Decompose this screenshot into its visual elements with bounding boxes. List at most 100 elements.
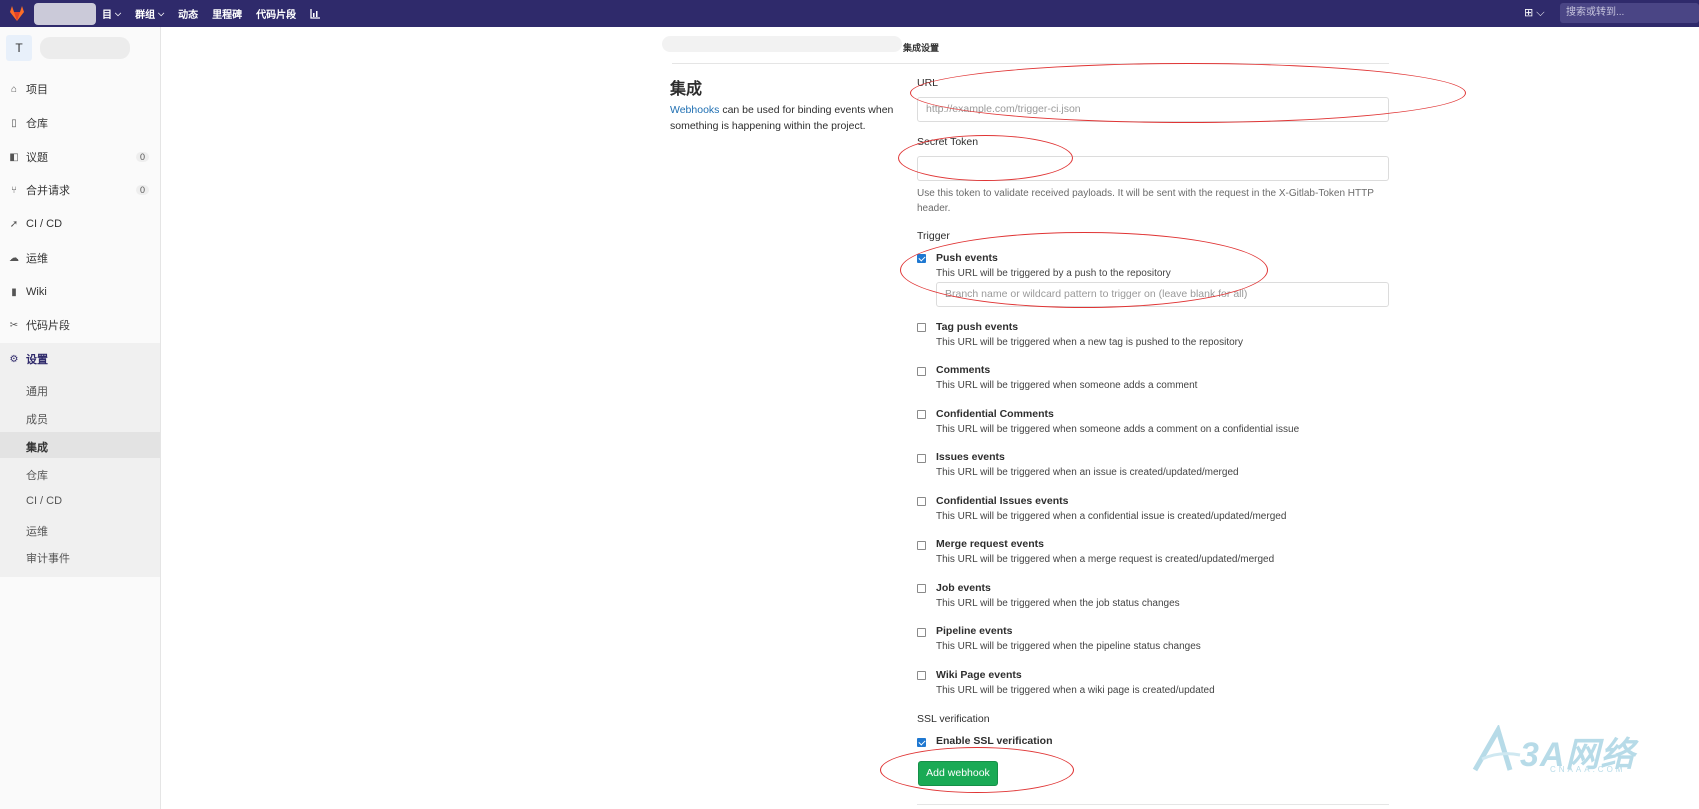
issues-events-checkbox[interactable] <box>917 454 926 463</box>
sidebar-sub-operations[interactable]: 运维 <box>26 523 48 539</box>
sidebar-item-settings[interactable]: ⚙ 设置 <box>0 345 161 373</box>
nav-activity[interactable]: 动态 <box>178 6 198 21</box>
sidebar-sub-audit-events[interactable]: 审计事件 <box>26 550 70 566</box>
tag-push-events-checkbox[interactable] <box>917 323 926 332</box>
redacted-project-title <box>40 37 130 59</box>
merge-icon: ⑂ <box>11 184 17 196</box>
event-desc: This URL will be triggered when an issue… <box>936 467 1239 478</box>
sidebar-item-merge-requests[interactable]: ⑂ 合并请求 0 <box>0 176 161 204</box>
annotation-ellipse <box>900 232 1268 308</box>
sidebar-item-label: 代码片段 <box>26 320 70 332</box>
event-desc: This URL will be triggered when the job … <box>936 598 1180 609</box>
gear-icon: ⚙ <box>9 353 19 365</box>
trigger-label: Trigger <box>917 230 950 242</box>
chevron-down-icon: ⌵ <box>115 8 122 18</box>
current-subitem-bg <box>0 432 160 458</box>
ssl-verification-checkbox[interactable] <box>917 738 926 747</box>
project-avatar[interactable]: T <box>6 35 32 61</box>
event-title: Wiki Page events <box>936 669 1022 681</box>
issues-count-badge: 0 <box>135 152 149 162</box>
nav-label: 目 <box>102 10 112 21</box>
sidebar-item-wiki[interactable]: ▮ Wiki <box>0 278 161 306</box>
event-title: Job events <box>936 582 991 594</box>
wiki-page-events-checkbox[interactable] <box>917 671 926 680</box>
scissors-icon: ✂ <box>9 319 19 331</box>
event-title: Issues events <box>936 451 1005 463</box>
event-desc: This URL will be triggered when someone … <box>936 424 1300 435</box>
nav-label: 动态 <box>178 10 199 21</box>
event-title: Confidential Comments <box>936 408 1054 420</box>
sidebar-item-label: CI / CD <box>26 218 63 230</box>
sidebar-sub-cicd[interactable]: CI / CD <box>26 495 62 507</box>
event-title: Merge request events <box>936 538 1044 550</box>
event-desc: This URL will be triggered when the pipe… <box>936 641 1201 652</box>
redacted-project-name <box>34 3 96 25</box>
event-desc: This URL will be triggered when a confid… <box>936 511 1287 522</box>
nav-projects[interactable]: 目 ⌵ <box>102 6 122 22</box>
confidential-issues-checkbox[interactable] <box>917 497 926 506</box>
page-description: Webhooks can be used for binding events … <box>670 102 900 134</box>
sidebar-item-label: 议题 <box>26 152 48 164</box>
sidebar-item-label: 运维 <box>26 253 48 265</box>
annotation-ellipse <box>880 747 1074 793</box>
comments-checkbox[interactable] <box>917 367 926 376</box>
sidebar-sub-members[interactable]: 成员 <box>26 411 48 427</box>
home-icon: ⌂ <box>10 83 18 95</box>
sidebar-sub-integrations[interactable]: 集成 <box>26 439 48 455</box>
rocket-icon: ➚ <box>9 218 19 230</box>
sidebar-header[interactable]: T <box>6 35 130 61</box>
book-icon: ▮ <box>11 286 17 298</box>
nav-milestones[interactable]: 里程碑 <box>212 6 242 21</box>
event-desc: This URL will be triggered when a merge … <box>936 554 1275 565</box>
event-title: Comments <box>936 364 991 376</box>
gitlab-logo-icon[interactable] <box>8 5 26 22</box>
sidebar-item-label: Wiki <box>26 286 47 298</box>
search-input[interactable]: 搜索或转到... <box>1560 3 1699 23</box>
chevron-down-icon: ⌵ <box>158 8 165 18</box>
event-title: Confidential Issues events <box>936 495 1069 507</box>
sidebar-item-cicd[interactable]: ➚ CI / CD <box>0 210 161 238</box>
cloud-icon: ☁ <box>9 252 19 264</box>
sidebar-item-label: 合并请求 <box>26 185 70 197</box>
event-desc: This URL will be triggered when someone … <box>936 380 1198 391</box>
divider <box>917 804 1389 805</box>
sidebar-item-label: 仓库 <box>26 118 48 130</box>
secret-token-help: Use this token to validate received payl… <box>917 188 1374 214</box>
event-title: Pipeline events <box>936 625 1013 637</box>
annotation-ellipse <box>898 135 1073 181</box>
job-events-checkbox[interactable] <box>917 584 926 593</box>
doc-icon: ▯ <box>11 117 17 129</box>
sidebar-item-snippets[interactable]: ✂ 代码片段 <box>0 311 161 339</box>
nav-label: 里程碑 <box>212 10 243 21</box>
pipeline-events-checkbox[interactable] <box>917 628 926 637</box>
mr-count-badge: 0 <box>135 185 149 195</box>
watermark-subtext: CNAAA.COM <box>1550 765 1626 774</box>
annotation-ellipse <box>910 63 1466 123</box>
event-desc: This URL will be triggered when a wiki p… <box>936 685 1215 696</box>
event-title: Tag push events <box>936 321 1019 333</box>
ssl-verification-label: SSL verification <box>917 713 990 725</box>
webhooks-link[interactable]: Webhooks <box>670 104 719 116</box>
top-nav-menu: 目 ⌵ 群组 ⌵ 动态 里程碑 代码片段 <box>102 0 335 27</box>
sidebar-item-repository[interactable]: ▯ 仓库 <box>0 109 161 137</box>
sidebar-sub-general[interactable]: 通用 <box>26 383 48 399</box>
event-desc: This URL will be triggered when a new ta… <box>936 337 1244 348</box>
sidebar-item-label: 设置 <box>26 354 48 366</box>
nav-groups[interactable]: 群组 ⌵ <box>135 6 165 22</box>
watermark-logo: 3A网络 CNAAA.COM <box>1470 723 1670 780</box>
breadcrumb-current[interactable]: 集成设置 <box>903 41 939 54</box>
settings-section-bg <box>0 343 160 577</box>
issues-icon: ◧ <box>9 151 19 163</box>
chart-icon[interactable] <box>310 8 321 19</box>
merge-request-events-checkbox[interactable] <box>917 541 926 550</box>
nav-snippets[interactable]: 代码片段 <box>256 6 296 21</box>
new-dropdown-icon[interactable]: ⊞ ⌵ <box>1524 6 1545 20</box>
sidebar-item-issues[interactable]: ◧ 议题 0 <box>0 143 161 171</box>
sidebar-item-project[interactable]: ⌂ 项目 <box>0 75 161 103</box>
confidential-comments-checkbox[interactable] <box>917 410 926 419</box>
sidebar-sub-repository[interactable]: 仓库 <box>26 467 48 483</box>
sidebar-item-operations[interactable]: ☁ 运维 <box>0 244 161 272</box>
top-navbar: 目 ⌵ 群组 ⌵ 动态 里程碑 代码片段 ⊞ ⌵ 搜索或转到... <box>0 0 1699 27</box>
page-title: 集成 <box>670 81 703 98</box>
sidebar-item-label: 项目 <box>26 84 48 96</box>
